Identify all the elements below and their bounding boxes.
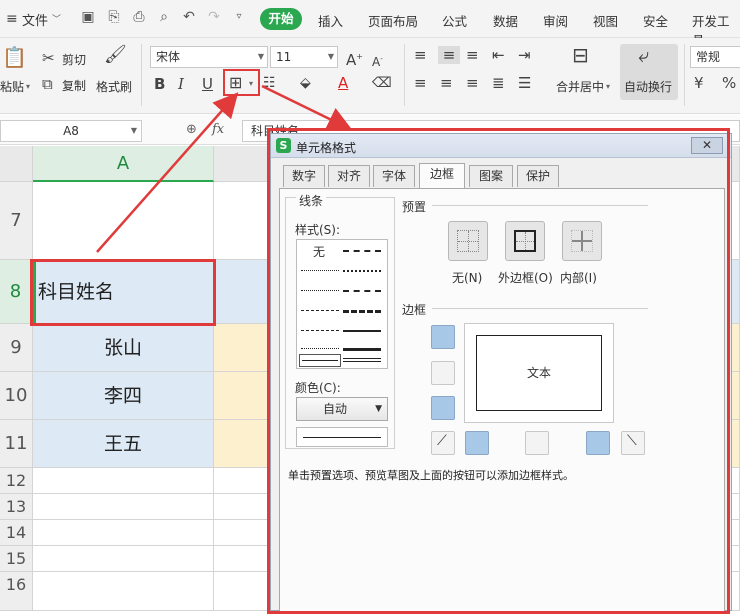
annotation-arrows <box>96 84 353 253</box>
arrow-to-dialog <box>261 84 353 131</box>
arrow-to-border-button <box>96 92 239 253</box>
